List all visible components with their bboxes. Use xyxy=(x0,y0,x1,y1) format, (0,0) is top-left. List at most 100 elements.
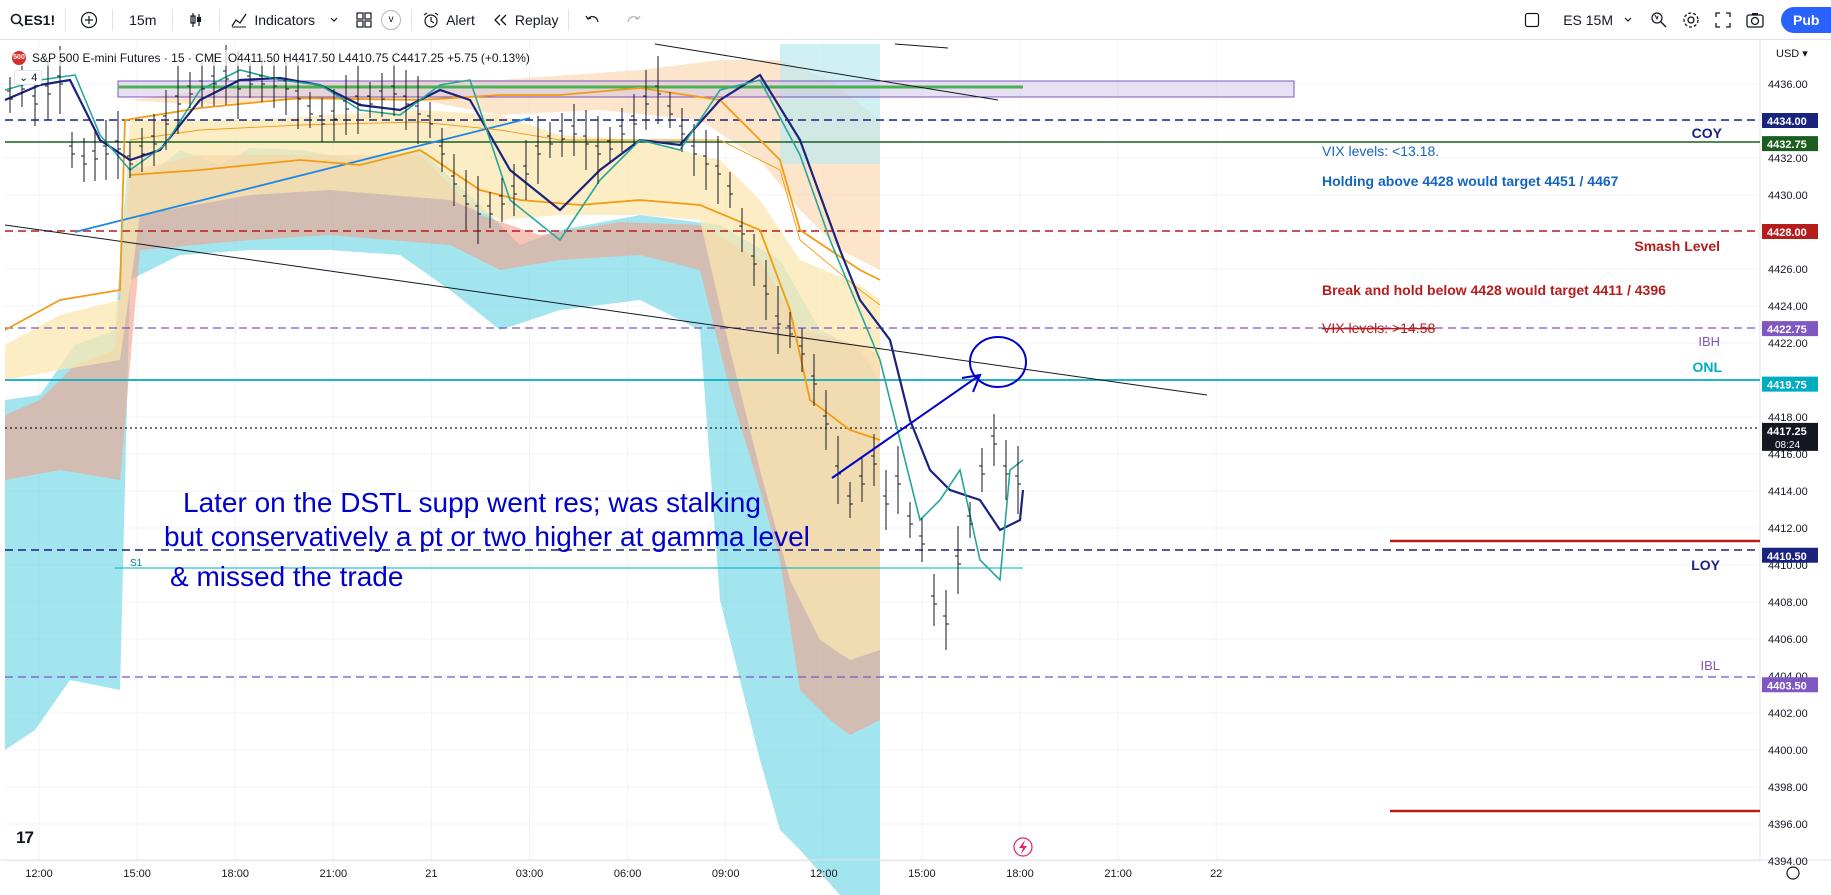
legend-ohlc: O4411.50 H4417.50 L4410.75 C4417.25 +5.7… xyxy=(227,51,530,65)
time-tick-label: 21:00 xyxy=(320,868,348,880)
templates-chevron: v xyxy=(381,9,402,30)
price-tick-label: 4414.00 xyxy=(1768,486,1808,498)
alert-label: Alert xyxy=(446,11,475,28)
loy-label: LOY xyxy=(1691,557,1720,573)
chevron-down-icon xyxy=(330,17,338,22)
symbol-search[interactable]: ES1! xyxy=(0,0,63,40)
indicators-icon xyxy=(231,13,247,27)
symbol-badge: 500 xyxy=(12,51,26,65)
interval-button[interactable]: 15m xyxy=(115,0,170,40)
replay-button[interactable]: Replay xyxy=(483,0,567,40)
price-tick-label: 4436.00 xyxy=(1768,79,1808,91)
ibh-label: IBH xyxy=(1698,334,1720,349)
annotation-line-3: & missed the trade xyxy=(170,561,403,592)
snapshot-button[interactable] xyxy=(1739,0,1771,40)
price-badge-countdown: 08:24 xyxy=(1775,440,1800,451)
price-tick-label: 4408.00 xyxy=(1768,597,1808,609)
supply-zone-box xyxy=(117,80,1295,98)
settings-button[interactable] xyxy=(1675,0,1707,40)
undo-icon xyxy=(585,15,600,22)
collapse-count: 4 xyxy=(31,72,38,84)
price-tick-label: 4426.00 xyxy=(1768,264,1808,276)
layout-select[interactable]: ES 15M xyxy=(1553,0,1643,40)
alarm-clock-icon xyxy=(423,12,439,28)
legend-title: S&P 500 E-mini Futures · 15 · CME xyxy=(32,51,222,65)
price-tick-label: 4432.00 xyxy=(1768,153,1808,165)
vix-high-note: VIX levels: >14.58 xyxy=(1322,320,1435,336)
redo-button[interactable] xyxy=(613,0,655,40)
time-tick-label: 12:00 xyxy=(810,868,838,880)
chart-legend[interactable]: 500 S&P 500 E-mini Futures · 15 · CME O4… xyxy=(8,50,534,66)
coy-label: COY xyxy=(1692,125,1723,141)
chart-type-button[interactable] xyxy=(175,0,217,40)
time-axis[interactable]: 12:00 15:00 18:00 21:00 21 03:00 06:00 09:00 12:… xyxy=(25,868,1222,880)
time-tick-label: 06:00 xyxy=(614,868,642,880)
price-badge-label: 4403.50 xyxy=(1767,680,1807,692)
publish-button[interactable]: Pub xyxy=(1781,7,1831,33)
add-circle-icon xyxy=(81,11,98,28)
tradingview-logo[interactable]: 17 xyxy=(16,828,34,848)
price-badge-label: 4432.75 xyxy=(1767,139,1807,151)
price-badge-label: 4410.50 xyxy=(1767,551,1807,563)
price-badge-label: 4434.00 xyxy=(1767,116,1807,128)
time-tick-label: 12:00 xyxy=(25,868,53,880)
time-axis-settings-icon[interactable] xyxy=(1786,866,1800,880)
layout-name: ES 15M xyxy=(1563,11,1613,28)
currency-select[interactable]: USD ▾ xyxy=(1776,47,1808,60)
currency-label: USD xyxy=(1776,48,1800,60)
chart-canvas[interactable]: 4436.00 4434.00 4432.00 4430.00 4428.00 4426.… xyxy=(0,40,1831,895)
compare-button[interactable] xyxy=(68,0,110,40)
s1-label: S1 xyxy=(130,558,143,569)
divider xyxy=(112,8,114,31)
rewind-icon xyxy=(493,14,507,25)
annotation-line-2: but conservatively a pt or two higher at… xyxy=(164,521,810,552)
onl-label: ONL xyxy=(1692,359,1722,375)
price-axis[interactable]: 4436.00 4434.00 4432.00 4430.00 4428.00 4426.… xyxy=(1768,79,1808,868)
chevron-down-icon xyxy=(1624,17,1632,22)
quick-search-button[interactable] xyxy=(1643,0,1675,40)
time-tick-label: 15:00 xyxy=(123,868,151,880)
templates-button[interactable]: v xyxy=(347,0,409,40)
price-badge-label: 4417.25 xyxy=(1767,426,1807,438)
price-tick-label: 4402.00 xyxy=(1768,708,1808,720)
price-tick-label: 4396.00 xyxy=(1768,819,1808,831)
camera-icon xyxy=(1746,12,1764,28)
indicators-label: Indicators xyxy=(254,11,316,28)
time-tick-label: 21 xyxy=(425,868,437,880)
alert-button[interactable]: Alert xyxy=(414,0,483,40)
grid-icon xyxy=(356,11,372,28)
fullscreen-button[interactable] xyxy=(1707,0,1739,40)
time-tick-label: 15:00 xyxy=(908,868,936,880)
time-tick-label: 09:00 xyxy=(712,868,740,880)
price-tick-label: 4406.00 xyxy=(1768,634,1808,646)
top-toolbar: ES1! 15m Indicators v Alert Replay ES 15… xyxy=(0,0,1831,40)
square-icon xyxy=(1525,12,1540,27)
divider xyxy=(568,8,570,31)
divider xyxy=(172,8,174,31)
price-tick-label: 4430.00 xyxy=(1768,190,1808,202)
price-tick-label: 4422.00 xyxy=(1768,338,1808,350)
ibl-label: IBL xyxy=(1700,658,1720,673)
price-tick-label: 4424.00 xyxy=(1768,301,1808,313)
holding-above-note: Holding above 4428 would target 4451 / 4… xyxy=(1322,173,1619,189)
search-icon xyxy=(10,13,24,27)
time-tick-label: 03:00 xyxy=(516,868,544,880)
time-tick-label: 18:00 xyxy=(221,868,249,880)
annotation-line-1: Later on the DSTL supp went res; was sta… xyxy=(183,487,761,518)
divider xyxy=(411,8,413,31)
indicators-button[interactable]: Indicators xyxy=(222,0,347,40)
redo-icon xyxy=(627,15,641,22)
legend-collapse-toggle[interactable]: ⌄ 4 xyxy=(14,70,43,85)
fullscreen-toggle[interactable] xyxy=(1511,0,1553,40)
expand-icon xyxy=(1715,11,1731,28)
break-hold-note: Break and hold below 4428 would target 4… xyxy=(1322,282,1666,298)
symbol-label: ES1! xyxy=(24,11,56,28)
undo-button[interactable] xyxy=(571,0,613,40)
price-tick-label: 4400.00 xyxy=(1768,745,1808,757)
divider xyxy=(219,8,221,31)
time-tick-label: 18:00 xyxy=(1006,868,1034,880)
price-tick-label: 4412.00 xyxy=(1768,523,1808,535)
smash-level-label: Smash Level xyxy=(1634,238,1720,254)
time-tick-label: 21:00 xyxy=(1104,868,1132,880)
magic-search-icon xyxy=(1651,11,1667,27)
